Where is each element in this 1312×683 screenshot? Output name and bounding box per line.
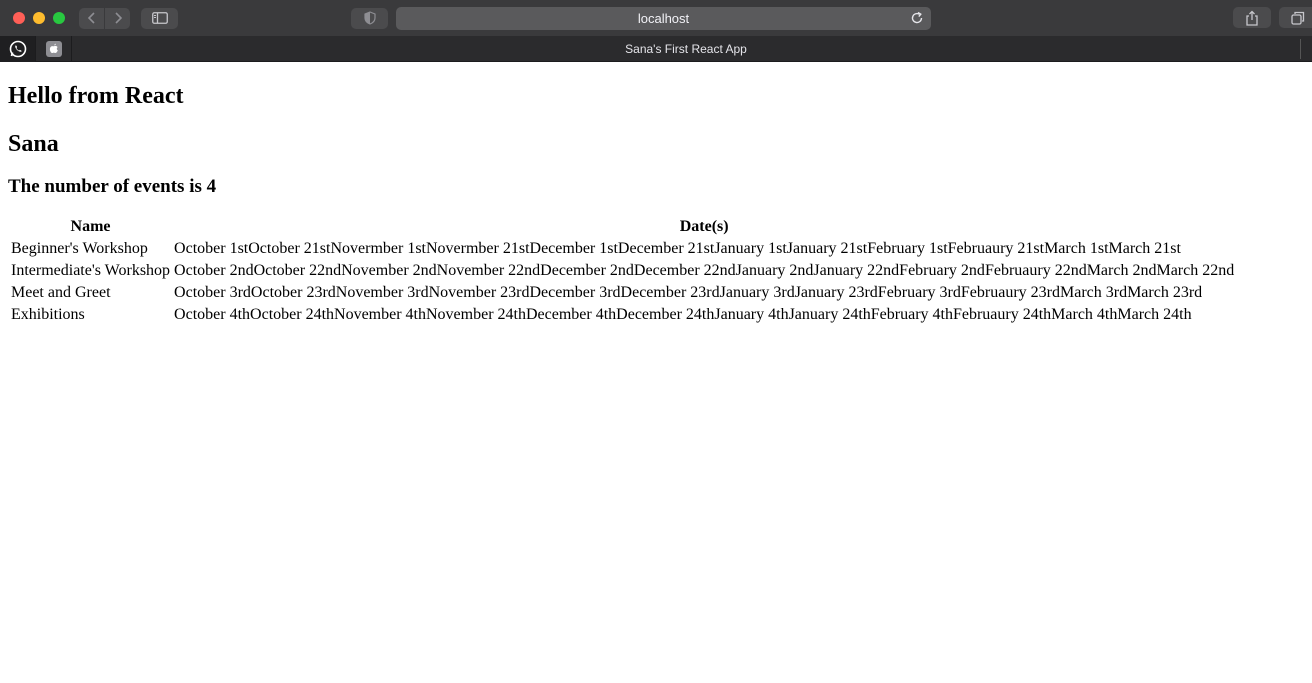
minimize-window-button[interactable] xyxy=(33,12,45,24)
event-date: January 4th xyxy=(714,306,789,323)
history-navigation xyxy=(79,7,130,29)
event-name-cell: Beginner's Workshop xyxy=(11,240,148,257)
event-date: December 24th xyxy=(616,306,715,323)
column-header-name: Name xyxy=(70,218,111,235)
event-date: October 1st xyxy=(174,240,249,257)
event-date: December 23rd xyxy=(620,284,720,301)
privacy-report-button[interactable] xyxy=(351,7,388,29)
event-date: November 3rd xyxy=(335,284,429,301)
event-date: Februaury 21st xyxy=(947,240,1045,257)
tabs-icon xyxy=(1291,11,1305,25)
event-dates-cell: October 4thOctober 24thNovember 4thNovem… xyxy=(173,305,1235,325)
tab-overview-button[interactable] xyxy=(1279,7,1312,28)
event-date: January 24th xyxy=(788,306,871,323)
event-date: February 1st xyxy=(867,240,948,257)
address-bar[interactable]: localhost xyxy=(396,6,931,30)
table-row: Meet and Greet October 3rdOctober 23rdNo… xyxy=(10,283,1235,303)
event-date: October 23rd xyxy=(250,284,336,301)
event-date: December 2nd xyxy=(540,262,634,279)
event-date: October 24th xyxy=(250,306,335,323)
back-button[interactable] xyxy=(79,7,104,29)
event-date: March 1st xyxy=(1044,240,1109,257)
event-name-cell: Exhibitions xyxy=(11,306,85,323)
whatsapp-icon xyxy=(9,40,26,57)
event-date: October 3rd xyxy=(174,284,251,301)
pinned-tab-apple[interactable] xyxy=(36,35,72,62)
events-table: Name Date(s) Beginner's Workshop October… xyxy=(8,215,1237,327)
event-date: November 4th xyxy=(334,306,426,323)
event-date: December 21st xyxy=(617,240,715,257)
event-date: January 1st xyxy=(714,240,787,257)
event-date: November 2nd xyxy=(341,262,437,279)
page-content: Hello from React Sana The number of even… xyxy=(0,82,1312,327)
window-controls xyxy=(13,12,65,24)
event-date: Novermber 1st xyxy=(330,240,426,257)
events-count-heading: The number of events is 4 xyxy=(8,176,217,197)
event-date: December 4th xyxy=(525,306,617,323)
column-header-dates: Date(s) xyxy=(679,218,729,235)
reload-icon[interactable] xyxy=(909,10,925,26)
apple-icon xyxy=(45,40,62,57)
event-date: February 2nd xyxy=(899,262,985,279)
event-dates-cell: October 3rdOctober 23rdNovember 3rdNovem… xyxy=(173,283,1235,303)
table-row: Intermediate's Workshop October 2ndOctob… xyxy=(10,261,1235,281)
url-text: localhost xyxy=(637,10,690,26)
event-date: October 2nd xyxy=(174,262,254,279)
event-date: December 3rd xyxy=(529,284,621,301)
event-name-cell: Meet and Greet xyxy=(11,284,111,301)
event-date: Novermber 21st xyxy=(425,240,530,257)
event-date: Februaury 22nd xyxy=(984,262,1087,279)
event-date: October 21st xyxy=(248,240,331,257)
event-date: March 4th xyxy=(1051,306,1118,323)
share-icon xyxy=(1246,10,1258,26)
event-date: October 22nd xyxy=(253,262,342,279)
event-date: Februaury 23rd xyxy=(960,284,1060,301)
event-date: November 23rd xyxy=(428,284,530,301)
event-date: November 24th xyxy=(426,306,526,323)
forward-button[interactable] xyxy=(105,7,130,29)
table-row: Exhibitions October 4thOctober 24thNovem… xyxy=(10,305,1235,325)
event-date: March 23rd xyxy=(1127,284,1203,301)
event-name-cell: Intermediate's Workshop xyxy=(11,262,171,279)
event-date: November 22nd xyxy=(436,262,541,279)
table-header-row: Name Date(s) xyxy=(10,217,1235,237)
user-name-heading: Sana xyxy=(8,131,59,157)
event-date: January 23rd xyxy=(794,284,878,301)
share-button[interactable] xyxy=(1233,7,1271,28)
event-date: January 22nd xyxy=(813,262,900,279)
active-tab[interactable]: Sana's First React App xyxy=(72,36,1300,62)
sidebar-toggle-button[interactable] xyxy=(141,7,178,29)
event-date: October 4th xyxy=(174,306,251,323)
page-heading: Hello from React xyxy=(8,83,184,109)
event-date: March 22nd xyxy=(1156,262,1235,279)
event-date: January 21st xyxy=(786,240,868,257)
event-date: January 3rd xyxy=(719,284,795,301)
event-date: Februaury 24th xyxy=(952,306,1052,323)
pinned-tab-whatsapp[interactable] xyxy=(0,35,36,62)
event-date: March 2nd xyxy=(1086,262,1157,279)
browser-toolbar: localhost xyxy=(0,0,1312,36)
active-tab-title: Sana's First React App xyxy=(625,42,747,56)
shield-icon xyxy=(363,11,376,25)
event-date: December 22nd xyxy=(633,262,736,279)
tab-bar: Sana's First React App xyxy=(0,35,1312,62)
table-row: Beginner's Workshop October 1stOctober 2… xyxy=(10,239,1235,259)
event-date: February 4th xyxy=(870,306,953,323)
tab-divider xyxy=(1300,39,1301,59)
chevron-left-icon xyxy=(87,12,95,24)
event-date: March 3rd xyxy=(1059,284,1128,301)
event-date: December 1st xyxy=(529,240,618,257)
sidebar-icon xyxy=(151,12,168,24)
event-date: March 24th xyxy=(1117,306,1192,323)
event-dates-cell: October 1stOctober 21stNovermber 1stNove… xyxy=(173,239,1235,259)
zoom-window-button[interactable] xyxy=(53,12,65,24)
close-window-button[interactable] xyxy=(13,12,25,24)
event-date: February 3rd xyxy=(877,284,961,301)
event-dates-cell: October 2ndOctober 22ndNovember 2ndNovem… xyxy=(173,261,1235,281)
event-date: January 2nd xyxy=(735,262,814,279)
event-date: March 21st xyxy=(1108,240,1181,257)
chevron-right-icon xyxy=(114,12,122,24)
